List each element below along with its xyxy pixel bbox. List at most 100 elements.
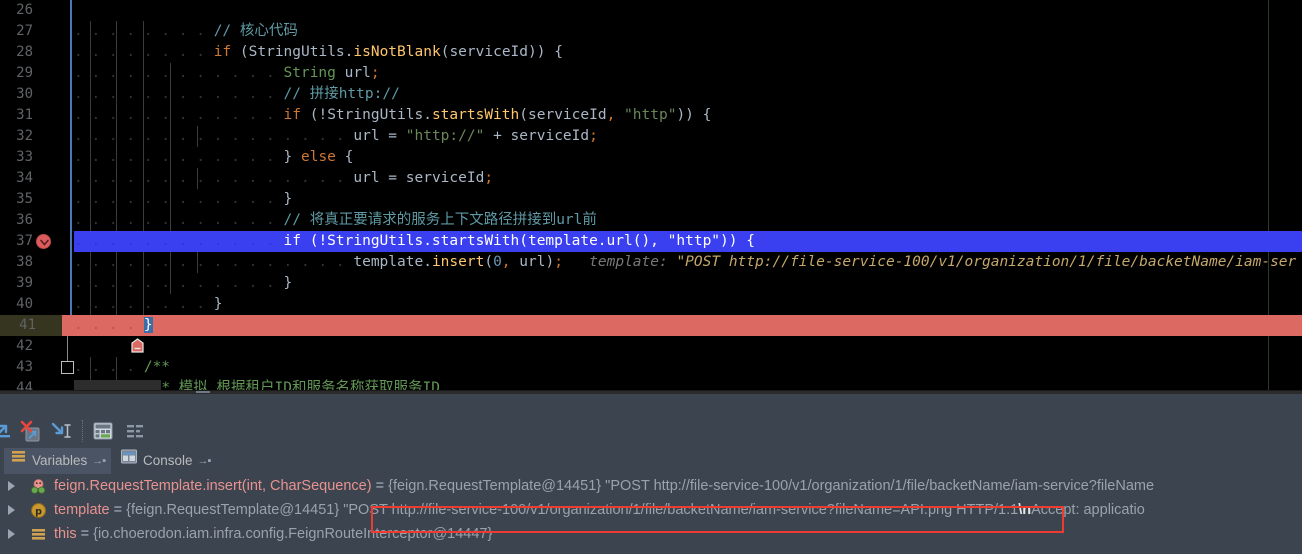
code-line[interactable]: 33 . . . . . . . . . . . . } else { [0, 147, 1302, 168]
code-text: . . . . . . . . . . . . . . . . url = se… [74, 170, 494, 186]
equals-sign: = [371, 478, 389, 494]
variables-row-text: this = {io.choerodon.iam.infra.config.Fe… [54, 522, 492, 546]
variables-tree[interactable]: feign.RequestTemplate.insert(int, CharSe… [0, 474, 1302, 554]
code-text: . . . . } [74, 317, 153, 333]
line-number: 36 [16, 212, 33, 228]
fold-collapse-icon[interactable] [61, 317, 144, 353]
tab-variables[interactable]: Variables →▪ [4, 448, 112, 474]
step-out-icon[interactable] [0, 418, 18, 444]
tab-console-pin[interactable]: →▪ [198, 448, 212, 474]
variables-icon [10, 448, 27, 474]
svg-text:p: p [35, 506, 42, 517]
code-line[interactable]: 34 . . . . . . . . . . . . . . . . url =… [0, 168, 1302, 189]
code-line[interactable]: 35 . . . . . . . . . . . . } [0, 189, 1302, 210]
code-text: . . . . . . . . . . . . String url; [74, 65, 380, 81]
expand-arrow-icon[interactable] [8, 529, 15, 539]
code-line[interactable]: 29 . . . . . . . . . . . . String url; [0, 63, 1302, 84]
tab-console[interactable]: Console →▪ [114, 448, 216, 474]
code-line[interactable]: 39 . . . . . . . . . . . . } [0, 273, 1302, 294]
code-text: . . . . . * 模拟 根据租户ID和服务名称获取服务ID [74, 378, 440, 390]
inline-debug-hint-value: "POST http://file-service-100/v1/organiz… [676, 254, 1297, 270]
code-line[interactable]: 43 . . . . /** [0, 357, 1302, 378]
code-editor[interactable]: 26 27 . . . . . . . . // 核心代码 28 . . . .… [0, 0, 1302, 390]
line-number: 29 [16, 65, 33, 81]
sort-variables-icon[interactable] [122, 418, 148, 444]
stop-breakpoint-icon[interactable] [18, 418, 44, 444]
code-line-current-execution[interactable]: 37 . . . . . . . . . . . . if (!StringUt… [0, 231, 1302, 252]
line-number: 38 [16, 254, 33, 270]
code-text: . . . . . . . . . . . . // 将真正要请求的服务上下文路… [74, 212, 597, 228]
variables-row-text: feign.RequestTemplate.insert(int, CharSe… [54, 474, 1154, 498]
tab-variables-pin[interactable]: →▪ [92, 448, 106, 474]
variable-value: {io.choerodon.iam.infra.config.FeignRout… [93, 526, 493, 542]
parameter-icon: p [30, 502, 47, 519]
code-text: . . . . . . . . . . . . } [74, 275, 293, 291]
line-number: 26 [16, 2, 33, 18]
debug-tool-window: Variables →▪ Console →▪ feign.RequestTem… [0, 394, 1302, 554]
code-line[interactable]: 40 . . . . . . . . } [0, 294, 1302, 315]
tab-console-label: Console [143, 453, 193, 468]
variable-name: template [54, 502, 110, 518]
code-text: . . . . . . . . if (StringUtils.isNotBla… [74, 44, 563, 60]
variable-value-escape: \n [1018, 502, 1032, 518]
run-to-cursor-icon[interactable] [48, 418, 74, 444]
line-number: 34 [16, 170, 33, 186]
line-number: 27 [16, 23, 33, 39]
debugger-toolbar[interactable] [0, 414, 1302, 448]
code-line[interactable]: 31 . . . . . . . . . . . . if (!StringUt… [0, 105, 1302, 126]
expand-arrow-icon[interactable] [8, 481, 15, 491]
variables-row-frame[interactable]: feign.RequestTemplate.insert(int, CharSe… [0, 474, 1302, 498]
code-line[interactable]: 36 . . . . . . . . . . . . // 将真正要请求的服务上… [0, 210, 1302, 231]
variables-row-this[interactable]: this = {io.choerodon.iam.infra.config.Fe… [0, 522, 1302, 546]
line-number: 35 [16, 191, 33, 207]
code-text: . . . . . . . . // 核心代码 [74, 23, 298, 39]
line-number: 44 [16, 380, 33, 390]
code-text: . . . . . . . . . . . . // 拼接http:// [74, 86, 400, 102]
debug-tabs[interactable]: Variables →▪ Console →▪ [0, 448, 1302, 474]
inline-debug-hint-label: template: [589, 254, 668, 270]
code-text: . . . . . . . . . . . . if (!StringUtils… [74, 107, 712, 123]
line-number: 42 [16, 338, 33, 354]
code-line[interactable]: 38 . . . . . . . . . . . . . . . . templ… [0, 252, 1302, 273]
equals-sign: = [76, 526, 94, 542]
code-text: . . . . . . . . } [74, 296, 223, 312]
line-number: 28 [16, 44, 33, 60]
variable-value: {feign.RequestTemplate@14451} "POST http… [126, 502, 1019, 518]
code-text: . . . . . . . . . . . . . . . . template… [74, 254, 1297, 270]
line-number: 33 [16, 149, 33, 165]
line-number: 40 [16, 296, 33, 312]
breakpoint-icon[interactable] [36, 234, 51, 249]
variable-value: {feign.RequestTemplate@14451} "POST http… [388, 478, 1155, 494]
toolbar-separator [82, 420, 83, 442]
code-line-caret[interactable]: 41 . . . . } [0, 315, 1302, 353]
code-line[interactable]: 26 [0, 0, 1302, 21]
line-number: 32 [16, 128, 33, 144]
variables-row-text: template = {feign.RequestTemplate@14451}… [54, 498, 1145, 522]
expand-arrow-icon[interactable] [8, 505, 15, 515]
line-number: 30 [16, 86, 33, 102]
code-line[interactable]: 30 . . . . . . . . . . . . // 拼接http:// [0, 84, 1302, 105]
line-number: 31 [16, 107, 33, 123]
variable-value-tail: Accept: applicatio [1031, 502, 1145, 518]
line-number: 43 [16, 359, 33, 375]
code-text: . . . . . . . . . . . . . . . . url = "h… [74, 128, 598, 144]
console-icon [120, 448, 138, 474]
variable-name: this [54, 526, 77, 542]
code-text: . . . . . . . . . . . . } else { [74, 149, 354, 165]
this-object-icon [30, 526, 47, 543]
code-line[interactable]: 27 . . . . . . . . // 核心代码 [0, 21, 1302, 42]
code-text: . . . . . . . . . . . . if (!StringUtils… [74, 233, 755, 249]
variables-row-template[interactable]: p template = {feign.RequestTemplate@1445… [0, 498, 1302, 522]
line-number: 41 [0, 315, 62, 336]
code-line[interactable]: 28 . . . . . . . . if (StringUtils.isNot… [0, 42, 1302, 63]
code-line[interactable]: 44 . . . . . * 模拟 根据租户ID和服务名称获取服务ID [0, 378, 1302, 390]
variable-name: feign.RequestTemplate.insert(int, CharSe… [54, 478, 372, 494]
splitter-grip[interactable] [196, 391, 210, 393]
code-line[interactable]: 32 . . . . . . . . . . . . . . . . url =… [0, 126, 1302, 147]
evaluate-expression-icon[interactable] [90, 418, 116, 444]
code-text: . . . . . . . . . . . . } [74, 191, 293, 207]
code-line[interactable]: 42 [0, 336, 1302, 357]
line-number: 37 [16, 233, 33, 249]
ide-debugger-screen: 26 27 . . . . . . . . // 核心代码 28 . . . .… [0, 0, 1302, 554]
error-line-highlight [62, 315, 1302, 336]
